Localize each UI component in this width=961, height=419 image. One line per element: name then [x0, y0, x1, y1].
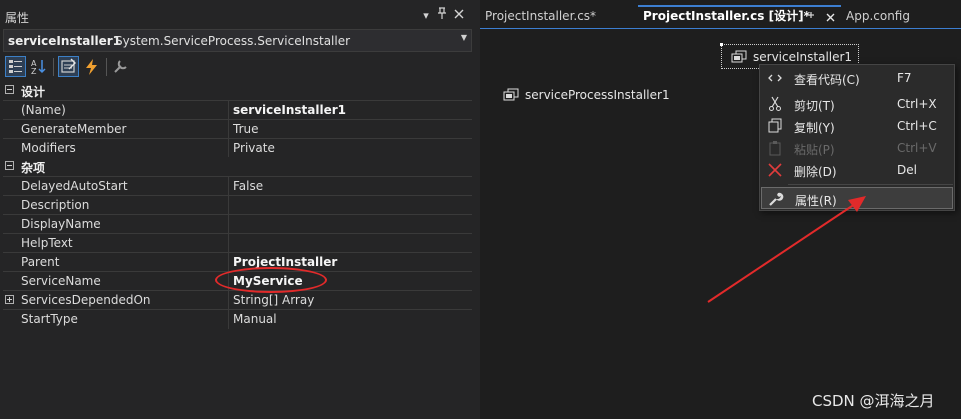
- chevron-down-icon[interactable]: ▼: [461, 33, 467, 42]
- category-misc[interactable]: 杂项: [3, 157, 472, 176]
- menu-separator: [788, 184, 953, 185]
- property-name: Description: [21, 198, 90, 212]
- component-icon: [731, 50, 748, 64]
- property-row-delayedautostart[interactable]: DelayedAutoStart False: [3, 176, 472, 196]
- paste-icon: [767, 140, 783, 156]
- tab-app-config[interactable]: App.config: [841, 5, 951, 27]
- property-name: (Name): [21, 103, 66, 117]
- pin-icon[interactable]: [434, 7, 450, 25]
- code-icon: [767, 70, 783, 86]
- menu-item-cut[interactable]: 剪切(T) Ctrl+X: [761, 93, 953, 115]
- collapse-icon[interactable]: [5, 161, 14, 170]
- property-row-generatemember[interactable]: GenerateMember True: [3, 119, 472, 139]
- property-name: DisplayName: [21, 217, 101, 231]
- category-design[interactable]: 设计: [3, 81, 472, 100]
- tab-projectinstaller-code[interactable]: ProjectInstaller.cs*: [480, 5, 638, 27]
- tab-strip: ProjectInstaller.cs* ProjectInstaller.cs…: [480, 5, 961, 27]
- property-name: HelpText: [21, 236, 73, 250]
- expand-icon[interactable]: [5, 295, 14, 304]
- menu-item-copy[interactable]: 复制(Y) Ctrl+C: [761, 115, 953, 137]
- property-pages-icon[interactable]: [110, 56, 131, 77]
- tab-projectinstaller-design[interactable]: ProjectInstaller.cs [设计]*: [638, 5, 841, 27]
- property-value[interactable]: String[] Array: [233, 293, 314, 307]
- property-name: ServiceName: [21, 274, 101, 288]
- menu-item-paste: 粘贴(P) Ctrl+V: [761, 137, 953, 159]
- property-row-name[interactable]: (Name) serviceInstaller1: [3, 100, 472, 120]
- events-icon[interactable]: [81, 56, 102, 77]
- properties-toolbar: AZ: [3, 53, 472, 81]
- scissors-icon: [767, 96, 783, 112]
- alphabetical-icon[interactable]: AZ: [28, 56, 49, 77]
- property-row-helptext[interactable]: HelpText: [3, 233, 472, 253]
- property-name: ServicesDependedOn: [21, 293, 151, 307]
- delete-icon: [767, 162, 783, 178]
- property-name: Parent: [21, 255, 60, 269]
- category-name: 杂项: [21, 161, 46, 175]
- property-row-description[interactable]: Description: [3, 195, 472, 215]
- property-name: GenerateMember: [21, 122, 127, 136]
- property-row-modifiers[interactable]: Modifiers Private: [3, 138, 472, 158]
- copy-icon: [767, 118, 783, 134]
- property-value[interactable]: False: [233, 179, 263, 193]
- property-grid: 设计 (Name) serviceInstaller1 GenerateMemb…: [3, 81, 472, 329]
- property-value[interactable]: Private: [233, 141, 275, 155]
- property-value[interactable]: True: [233, 122, 259, 136]
- component-label: serviceInstaller1: [753, 50, 853, 64]
- component-icon: [503, 88, 520, 102]
- properties-title-bar: 属性 ▾: [0, 5, 472, 27]
- annotation-arrow: [707, 196, 866, 303]
- object-selector[interactable]: serviceInstaller1 System.ServiceProcess.…: [3, 29, 472, 52]
- property-value[interactable]: serviceInstaller1: [233, 103, 346, 117]
- close-icon[interactable]: [826, 7, 835, 29]
- property-row-starttype[interactable]: StartType Manual: [3, 309, 472, 329]
- tab-underline: [480, 28, 961, 29]
- tab-label: ProjectInstaller.cs [设计]*: [643, 9, 810, 23]
- categorized-icon[interactable]: [5, 56, 26, 77]
- property-value[interactable]: Manual: [233, 312, 277, 326]
- properties-title: 属性: [5, 11, 30, 25]
- svg-text:Z: Z: [31, 67, 37, 76]
- property-row-parent[interactable]: Parent ProjectInstaller: [3, 252, 472, 272]
- close-icon[interactable]: [451, 7, 467, 25]
- context-menu: 查看代码(C) F7 剪切(T) Ctrl+X 复制(Y) Ctrl+C 粘贴(…: [759, 64, 955, 211]
- annotation-ellipse: [215, 267, 327, 293]
- property-name: Modifiers: [21, 141, 76, 155]
- collapse-icon[interactable]: [5, 85, 14, 94]
- menu-item-delete[interactable]: 删除(D) Del: [761, 159, 953, 181]
- object-name: serviceInstaller1: [8, 34, 122, 48]
- category-name: 设计: [21, 85, 46, 99]
- tab-label: ProjectInstaller.cs*: [485, 9, 597, 23]
- watermark: CSDN @洱海之月: [812, 392, 935, 410]
- pin-icon[interactable]: [805, 7, 815, 29]
- property-name: StartType: [21, 312, 78, 326]
- menu-item-view-code[interactable]: 查看代码(C) F7: [761, 67, 953, 89]
- property-name: DelayedAutoStart: [21, 179, 128, 193]
- object-type: System.ServiceProcess.ServiceInstaller: [115, 34, 351, 48]
- properties-panel: 属性 ▾ serviceInstaller1 System.ServicePro…: [0, 0, 475, 419]
- chevron-down-icon[interactable]: ▾: [418, 7, 434, 25]
- property-row-servicesdependedon[interactable]: ServicesDependedOn String[] Array: [3, 290, 472, 310]
- tab-label: App.config: [846, 9, 910, 23]
- property-row-displayname[interactable]: DisplayName: [3, 214, 472, 234]
- properties-icon[interactable]: [58, 56, 79, 77]
- component-label: serviceProcessInstaller1: [525, 88, 670, 102]
